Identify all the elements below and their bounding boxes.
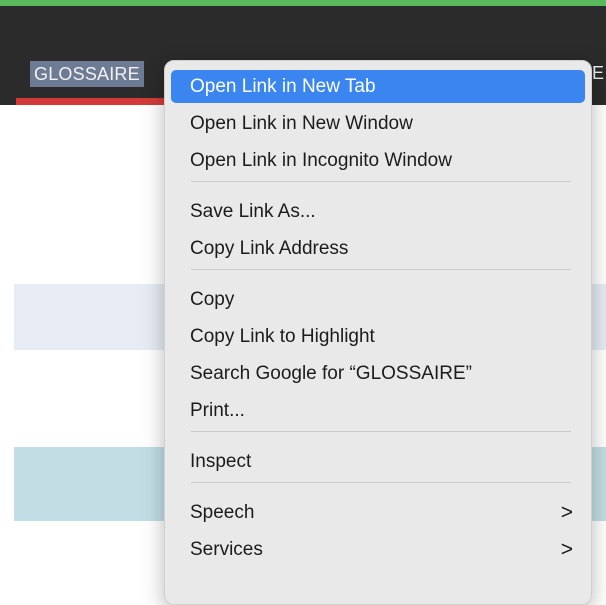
nav-active-underline xyxy=(16,98,174,105)
menu-item-print[interactable]: Print... xyxy=(171,394,585,427)
menu-item-speech[interactable]: Speech > xyxy=(171,496,585,529)
menu-separator xyxy=(191,181,571,182)
menu-item-open-link-new-window[interactable]: Open Link in New Window xyxy=(171,107,585,140)
menu-item-label: Speech xyxy=(190,502,255,523)
menu-item-copy-link-to-highlight[interactable]: Copy Link to Highlight xyxy=(171,320,585,353)
nav-link-glossaire[interactable]: GLOSSAIRE xyxy=(30,61,144,87)
chevron-right-icon: > xyxy=(560,538,573,561)
menu-item-search-google[interactable]: Search Google for “GLOSSAIRE” xyxy=(171,357,585,390)
menu-separator xyxy=(191,431,571,432)
menu-item-open-link-incognito[interactable]: Open Link in Incognito Window xyxy=(171,144,585,177)
menu-item-label: Services xyxy=(190,539,263,560)
menu-item-copy[interactable]: Copy xyxy=(171,283,585,316)
menu-item-inspect[interactable]: Inspect xyxy=(171,445,585,478)
menu-separator xyxy=(191,269,571,270)
menu-item-copy-link-address[interactable]: Copy Link Address xyxy=(171,232,585,265)
menu-item-open-link-new-tab[interactable]: Open Link in New Tab xyxy=(171,70,585,103)
menu-item-services[interactable]: Services > xyxy=(171,533,585,566)
menu-separator xyxy=(191,482,571,483)
nav-link-partial[interactable]: E xyxy=(592,62,604,84)
chevron-right-icon: > xyxy=(560,501,573,524)
menu-item-save-link-as[interactable]: Save Link As... xyxy=(171,195,585,228)
context-menu: Open Link in New Tab Open Link in New Wi… xyxy=(164,60,592,605)
